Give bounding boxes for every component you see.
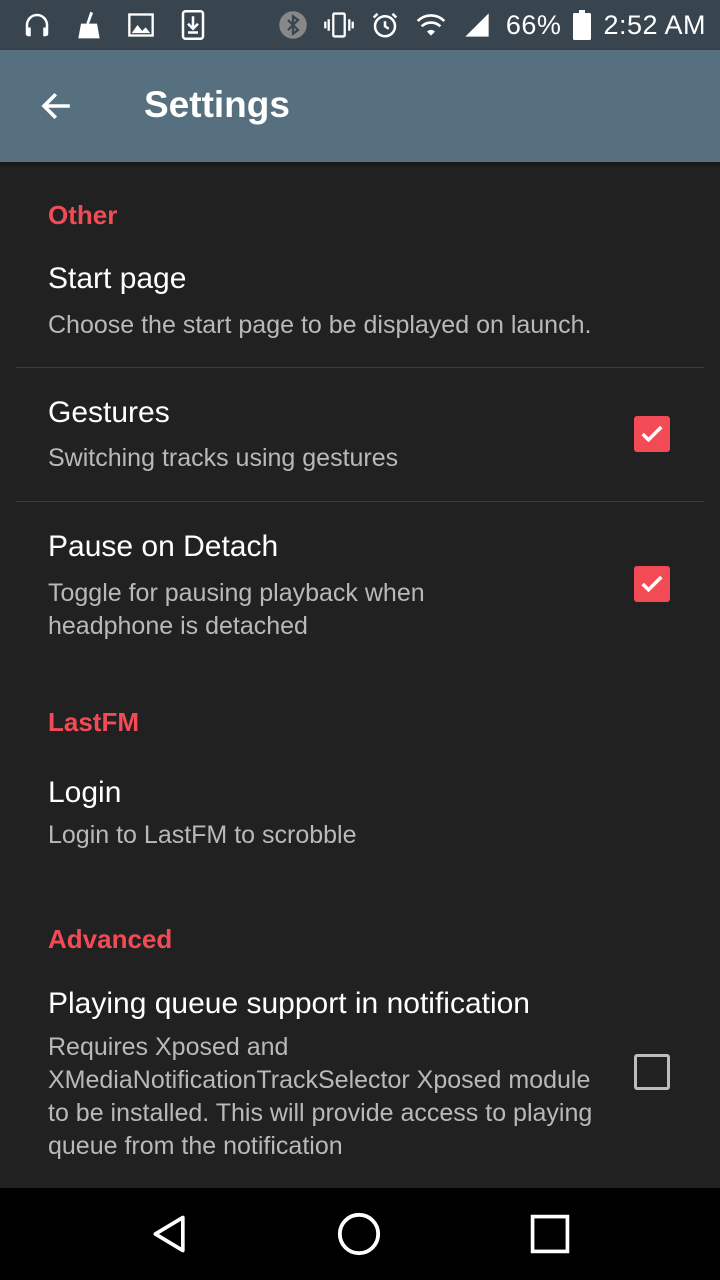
pref-title: Gestures xyxy=(48,396,170,429)
category-header-other: Other xyxy=(48,200,118,230)
pause-on-detach-checkbox[interactable] xyxy=(634,566,670,602)
checkmark-icon xyxy=(641,575,663,593)
pref-start-page[interactable]: Start page Choose the start page to be d… xyxy=(0,242,720,367)
battery-percent: 66% xyxy=(505,9,562,40)
download-icon xyxy=(176,8,210,42)
pref-title: Login xyxy=(48,776,122,809)
gestures-checkbox[interactable] xyxy=(634,416,670,452)
navigation-bar xyxy=(0,1188,720,1280)
pref-summary: Choose the start page to be displayed on… xyxy=(48,311,592,339)
back-triangle-icon[interactable] xyxy=(146,1210,194,1258)
vibrate-icon xyxy=(322,8,356,42)
image-icon xyxy=(124,8,158,42)
signal-icon xyxy=(460,8,494,42)
recents-square-icon[interactable] xyxy=(526,1210,574,1258)
settings-list: Other Start page Choose the start page t… xyxy=(0,162,720,1188)
category-header-advanced: Advanced xyxy=(48,924,173,954)
page-title: Settings xyxy=(144,84,290,125)
playing-queue-checkbox[interactable] xyxy=(634,1054,670,1090)
category-header-lastfm: LastFM xyxy=(48,707,139,737)
status-bar: 66% 2:52 AM xyxy=(0,0,720,50)
pref-summary: Requires Xposed and XMediaNotificationTr… xyxy=(48,1033,593,1160)
pref-title: Playing queue support in notification xyxy=(48,987,530,1020)
pref-playing-queue-notification[interactable]: Playing queue support in notification Re… xyxy=(0,967,720,1188)
pref-title: Pause on Detach xyxy=(48,530,279,563)
pref-gestures[interactable]: Gestures Switching tracks using gestures xyxy=(0,368,720,501)
home-circle-icon[interactable] xyxy=(335,1210,383,1258)
app-toolbar: Settings xyxy=(0,50,720,162)
alarm-icon xyxy=(368,8,402,42)
wifi-icon xyxy=(414,8,448,42)
pref-title: Start page xyxy=(48,262,187,295)
pref-login[interactable]: Login Login to LastFM to scrobble xyxy=(0,752,720,882)
pref-summary: Switching tracks using gestures xyxy=(48,444,399,472)
broom-icon xyxy=(72,8,106,42)
battery-icon xyxy=(573,10,592,40)
pref-summary: Login to LastFM to scrobble xyxy=(48,821,357,849)
headphones-icon xyxy=(20,8,54,42)
checkmark-icon xyxy=(641,425,663,443)
pref-pause-on-detach[interactable]: Pause on Detach Toggle for pausing playb… xyxy=(0,502,720,662)
back-arrow-icon[interactable] xyxy=(32,82,80,130)
pref-summary: Toggle for pausing playback when headpho… xyxy=(48,579,425,640)
clock: 2:52 AM xyxy=(603,9,706,40)
bluetooth-icon xyxy=(276,8,310,42)
